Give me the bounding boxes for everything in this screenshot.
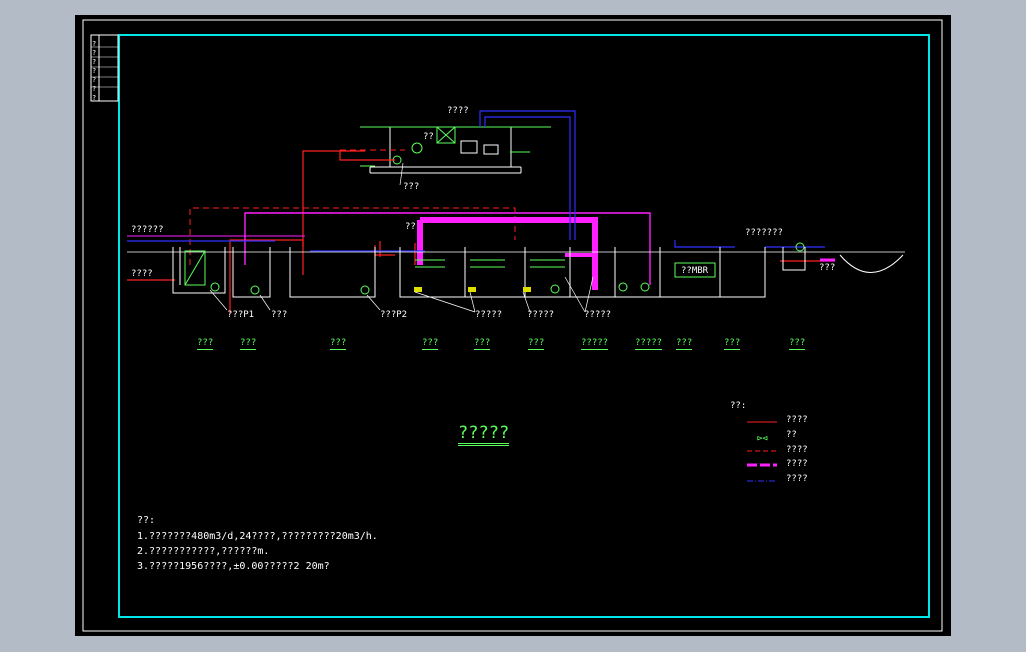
unit-name: ??? bbox=[724, 338, 741, 350]
water-pipes bbox=[127, 110, 825, 252]
roof-sub: ?? bbox=[423, 132, 434, 142]
legend-item-label: ???? bbox=[786, 415, 808, 425]
right-small: ??? bbox=[819, 263, 836, 273]
callout-1: ????? bbox=[475, 310, 503, 320]
tb-char: ? bbox=[92, 76, 97, 84]
roof-equipment-label: ??? bbox=[403, 182, 420, 192]
structures bbox=[127, 247, 905, 298]
tb-char: ? bbox=[92, 94, 97, 102]
callout-leaders bbox=[209, 162, 594, 313]
tb-char: ? bbox=[92, 58, 97, 66]
unit-name: ??? bbox=[197, 338, 214, 350]
pump-p2-label: ???P2 bbox=[380, 310, 408, 320]
left-arrow-label: ???? bbox=[131, 269, 153, 279]
legend-item-label: ???? bbox=[786, 445, 808, 455]
tank-small-label: ?? bbox=[405, 222, 416, 232]
drawing-title: ????? bbox=[458, 425, 510, 446]
unit-name: ??? bbox=[474, 338, 491, 350]
note-line: 3.?????1956????,±0.00?????2 20m? bbox=[137, 561, 330, 572]
callout-2: ????? bbox=[527, 310, 555, 320]
inner-border bbox=[118, 34, 930, 618]
note-line: 1.???????480m3/d,24????,?????????20m3/h. bbox=[137, 531, 378, 542]
roof-title: ???? bbox=[447, 106, 469, 116]
pump-label-2: ??? bbox=[271, 310, 288, 320]
unit-name: ??? bbox=[789, 338, 806, 350]
tb-char: ? bbox=[92, 85, 97, 93]
unit-name: ??? bbox=[422, 338, 439, 350]
tb-char: ? bbox=[92, 67, 97, 75]
unit-name: ????? bbox=[581, 338, 609, 350]
note-line: 2.???????????,??????m. bbox=[137, 546, 270, 557]
legend-item-label: ???? bbox=[786, 474, 808, 484]
unit-name: ??? bbox=[528, 338, 545, 350]
drawing-sheet: ⊳⊲ ? ? ? ? ? ? ? ???? ?? ??? ?????? ????… bbox=[75, 15, 951, 636]
legend-title: ??: bbox=[730, 401, 747, 411]
tb-char: ? bbox=[92, 49, 97, 57]
mbr-label: ??MBR bbox=[681, 266, 709, 276]
unit-name: ??? bbox=[240, 338, 257, 350]
unit-name: ????? bbox=[635, 338, 663, 350]
title-block-text: ? ? ? ? ? ? ? bbox=[92, 40, 99, 103]
roof-platform bbox=[360, 126, 551, 174]
tb-char: ? bbox=[92, 40, 97, 48]
equipment-yellow bbox=[414, 287, 531, 292]
unit-name: ??? bbox=[676, 338, 693, 350]
callout-3: ????? bbox=[584, 310, 612, 320]
svg-text:⊳⊲: ⊳⊲ bbox=[757, 434, 768, 444]
equipment bbox=[184, 242, 805, 295]
pump-p1-label: ???P1 bbox=[227, 310, 255, 320]
legend-item-label: ???? bbox=[786, 459, 808, 469]
left-input-label: ?????? bbox=[131, 225, 164, 235]
right-tag: ??????? bbox=[745, 228, 783, 238]
drawing-canvas: ⊳⊲ bbox=[82, 19, 943, 632]
unit-name: ??? bbox=[330, 338, 347, 350]
legend-samples: ⊳⊲ bbox=[747, 421, 777, 482]
notes-title: ??: bbox=[137, 515, 156, 526]
legend-item-label: ?? bbox=[786, 430, 797, 440]
